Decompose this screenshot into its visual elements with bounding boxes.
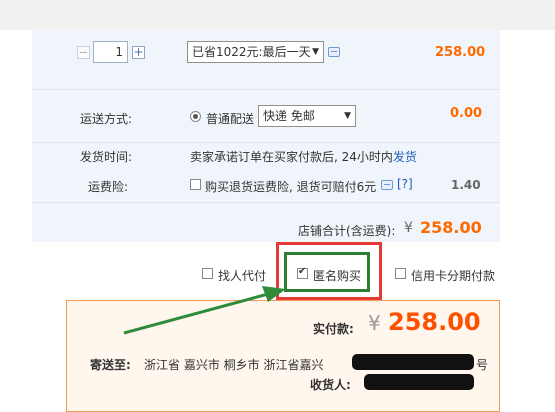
arrow-line (123, 292, 269, 335)
arrow-annotation (123, 286, 286, 335)
arrow-head (262, 286, 286, 302)
